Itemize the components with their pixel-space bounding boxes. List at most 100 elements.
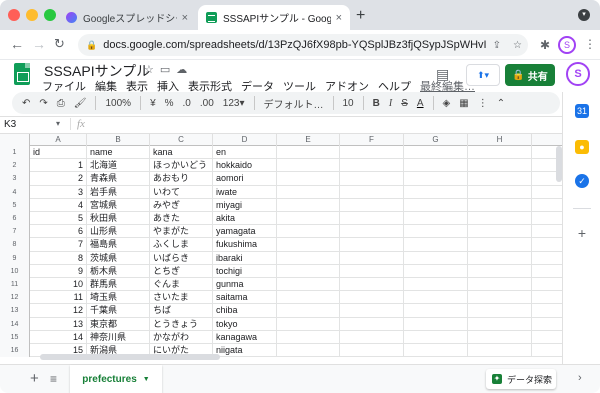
cell-d[interactable]: yamagata xyxy=(213,225,277,239)
row-header[interactable]: 15 xyxy=(0,330,30,344)
cell-d[interactable]: tochigi xyxy=(213,264,277,278)
avatar[interactable]: S xyxy=(566,62,590,86)
cell-e[interactable] xyxy=(277,278,340,292)
cell-d[interactable]: akita xyxy=(213,212,277,226)
cell-b[interactable]: 千葉県 xyxy=(87,304,150,318)
all-sheets-button[interactable]: ≡ xyxy=(50,372,57,386)
cell-d[interactable]: hokkaido xyxy=(213,159,277,173)
column-header-c[interactable]: C xyxy=(150,134,213,146)
cell-e[interactable] xyxy=(277,344,340,358)
horizontal-scrollbar[interactable] xyxy=(40,354,220,360)
close-icon[interactable]: × xyxy=(182,12,188,24)
profile-icon[interactable]: S xyxy=(558,36,576,54)
text-color-button[interactable]: A xyxy=(417,98,424,109)
cell-g[interactable] xyxy=(404,146,468,160)
row-header[interactable]: 10 xyxy=(0,264,30,278)
row-header[interactable]: 8 xyxy=(0,238,30,252)
explore-button[interactable]: ✦ データ探索 xyxy=(486,369,556,389)
calendar-icon[interactable]: 31 xyxy=(575,104,589,118)
row-header[interactable]: 7 xyxy=(0,225,30,239)
cell-c[interactable]: とうきょう xyxy=(150,317,213,331)
paint-format-icon[interactable]: 🖌 xyxy=(74,98,87,109)
cell-e[interactable] xyxy=(277,172,340,186)
cell-g[interactable] xyxy=(404,198,468,212)
cell-f[interactable] xyxy=(340,291,404,305)
cell-d[interactable]: saitama xyxy=(213,291,277,305)
cell-c[interactable]: かながわ xyxy=(150,330,213,344)
cell-e[interactable] xyxy=(277,330,340,344)
cloud-status-icon[interactable]: ☁ xyxy=(176,64,193,76)
tab-search-icon[interactable]: ▾ xyxy=(578,9,590,21)
cell-a[interactable]: 1 xyxy=(30,159,87,173)
cell-h[interactable] xyxy=(468,146,532,160)
cell-f[interactable] xyxy=(340,185,404,199)
cell-b[interactable]: 青森県 xyxy=(87,172,150,186)
cell-c[interactable]: あおもり xyxy=(150,172,213,186)
cell-c[interactable]: さいたま xyxy=(150,291,213,305)
row-header[interactable]: 4 xyxy=(0,185,30,199)
cell-c[interactable]: ふくしま xyxy=(150,238,213,252)
cell-e[interactable] xyxy=(277,251,340,265)
select-all-corner[interactable] xyxy=(0,134,30,146)
column-header-a[interactable]: A xyxy=(30,134,87,146)
cell-b[interactable]: 東京都 xyxy=(87,317,150,331)
cell-g[interactable] xyxy=(404,344,468,358)
more-vert-icon[interactable]: ⋮ xyxy=(584,37,596,51)
cell-a[interactable]: 13 xyxy=(30,317,87,331)
cell-b[interactable]: 宮城県 xyxy=(87,198,150,212)
column-header-e[interactable]: E xyxy=(277,134,340,146)
cell-a[interactable]: 7 xyxy=(30,238,87,252)
cell-c[interactable]: みやぎ xyxy=(150,198,213,212)
cell-d[interactable]: niigata xyxy=(213,344,277,358)
row-header[interactable]: 13 xyxy=(0,304,30,318)
back-icon[interactable]: ← xyxy=(10,36,24,52)
forward-icon[interactable]: → xyxy=(32,36,46,52)
cell-f[interactable] xyxy=(340,317,404,331)
address-bar[interactable]: 🔒 docs.google.com/spreadsheets/d/13PzQJ6… xyxy=(78,34,528,56)
number-format-select[interactable]: 123▾ xyxy=(223,98,245,109)
cell-f[interactable] xyxy=(340,278,404,292)
browser-tab-sheet[interactable]: SSSAPIサンプル - Google スプレ × xyxy=(198,5,350,30)
cell-f[interactable] xyxy=(340,264,404,278)
borders-icon[interactable]: ▦ xyxy=(459,98,468,109)
cell-h[interactable] xyxy=(468,278,532,292)
cell-h[interactable] xyxy=(468,198,532,212)
spreadsheet-grid[interactable]: A B C D E F G H 1 id name kana en 2 1 北海道 ほっかいどう… xyxy=(0,134,562,362)
cell-g[interactable] xyxy=(404,304,468,318)
font-size-select[interactable]: 10 xyxy=(343,98,354,109)
cell-h[interactable] xyxy=(468,264,532,278)
cell-d[interactable]: en xyxy=(213,146,277,160)
row-header[interactable]: 11 xyxy=(0,278,30,292)
cell-f[interactable] xyxy=(340,304,404,318)
cell-a[interactable]: 2 xyxy=(30,172,87,186)
cell-b[interactable]: 茨城県 xyxy=(87,251,150,265)
move-folder-icon[interactable]: ▭ xyxy=(160,64,176,76)
print-icon[interactable]: ⎙ xyxy=(57,98,65,109)
sheets-logo-icon[interactable] xyxy=(14,63,30,85)
cell-a[interactable]: 5 xyxy=(30,212,87,226)
cell-d[interactable]: aomori xyxy=(213,172,277,186)
cell-e[interactable] xyxy=(277,304,340,318)
increase-decimal-button[interactable]: .00 xyxy=(200,98,214,109)
minimize-window-button[interactable] xyxy=(26,9,38,21)
strikethrough-button[interactable]: S xyxy=(401,98,408,109)
cell-b[interactable]: 秋田県 xyxy=(87,212,150,226)
cell-b[interactable]: 北海道 xyxy=(87,159,150,173)
cell-f[interactable] xyxy=(340,172,404,186)
cell-h[interactable] xyxy=(468,212,532,226)
cell-f[interactable] xyxy=(340,159,404,173)
close-icon[interactable]: × xyxy=(336,12,342,24)
cell-g[interactable] xyxy=(404,278,468,292)
row-header[interactable]: 2 xyxy=(0,159,30,173)
cell-e[interactable] xyxy=(277,317,340,331)
cell-b[interactable]: 山形県 xyxy=(87,225,150,239)
new-tab-button[interactable]: + xyxy=(356,7,365,25)
chevron-right-icon[interactable]: › xyxy=(578,372,582,384)
italic-button[interactable]: I xyxy=(389,98,392,109)
cell-h[interactable] xyxy=(468,185,532,199)
undo-icon[interactable]: ↶ xyxy=(22,98,30,109)
cell-d[interactable]: kanagawa xyxy=(213,330,277,344)
cell-h[interactable] xyxy=(468,344,532,358)
url-text[interactable]: docs.google.com/spreadsheets/d/13PzQJ6fX… xyxy=(103,39,486,51)
add-sheet-button[interactable]: + xyxy=(30,370,39,387)
